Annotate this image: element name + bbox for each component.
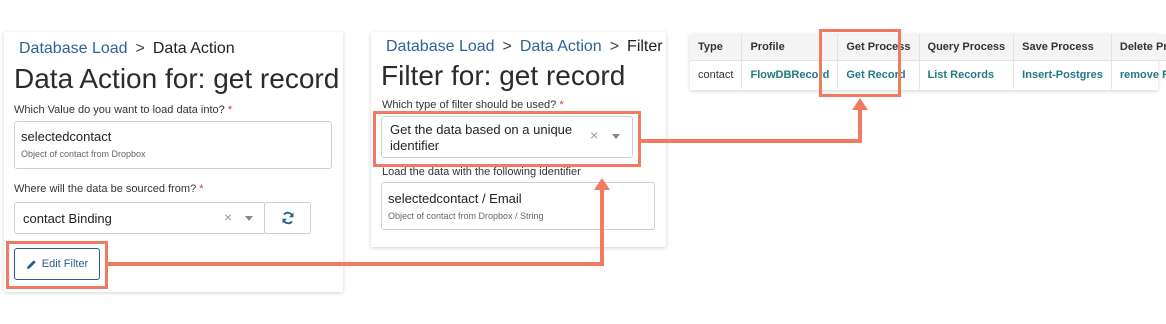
connector-line [858, 110, 862, 143]
breadcrumb-separator: > [609, 38, 620, 55]
cell-type: contact [690, 60, 743, 89]
load-value-description: Object of contact from Dropbox [21, 149, 146, 159]
connector-line [641, 139, 862, 143]
connector-line [600, 190, 604, 266]
table-row: contact FlowDBRecord Get Record List Rec… [690, 60, 1166, 89]
service-table: Type Profile Get Process Query Process S… [690, 34, 1166, 89]
breadcrumb-database-load[interactable]: Database Load [19, 40, 128, 57]
get-process-highlight [819, 29, 901, 97]
breadcrumb-data-action[interactable]: Data Action [520, 38, 602, 55]
clear-icon[interactable]: × [224, 209, 232, 225]
connector-line [108, 262, 604, 266]
refresh-button[interactable] [264, 202, 311, 234]
identifier-description: Object of contact from Dropbox / String [388, 211, 544, 221]
chevron-down-icon[interactable] [245, 216, 253, 221]
breadcrumb-separator: > [502, 38, 512, 55]
breadcrumb: Database Load > Data Action > Filter [386, 38, 663, 56]
column-header-query-process: Query Process [919, 34, 1015, 61]
edit-filter-highlight [6, 241, 108, 289]
source-select[interactable]: contact Binding × [14, 202, 266, 234]
cell-delete-process-link[interactable]: remove Record [1111, 60, 1166, 89]
column-header-save-process: Save Process [1013, 34, 1112, 61]
refresh-icon [282, 211, 294, 225]
arrow-up-icon [594, 178, 610, 190]
filter-type-highlight [373, 111, 641, 167]
breadcrumb-current: Data Action [152, 40, 235, 57]
source-select-value: contact Binding [23, 211, 112, 226]
column-header-type: Type [690, 34, 743, 61]
source-label: Where will the data be sourced from? * [14, 183, 204, 195]
cell-save-process-link[interactable]: Insert-Postgres [1013, 60, 1112, 89]
service-table-panel: Type Profile Get Process Query Process S… [690, 34, 1166, 90]
breadcrumb-separator: > [135, 40, 145, 57]
load-value-label: Which Value do you want to load data int… [14, 104, 233, 116]
identifier-label: Load the data with the following identif… [382, 166, 581, 178]
identifier-value: selectedcontact / Email [388, 191, 522, 206]
load-value-text: selectedcontact [21, 129, 112, 144]
cell-query-process-link[interactable]: List Records [919, 60, 1015, 89]
load-value-field[interactable]: selectedcontact Object of contact from D… [14, 121, 332, 169]
column-header-delete-process: Delete Process [1111, 34, 1166, 61]
page-title: Filter for: get record [381, 60, 626, 91]
breadcrumb-database-load[interactable]: Database Load [386, 38, 495, 55]
breadcrumb: Database Load > Data Action [19, 40, 235, 58]
breadcrumb-current: Filter [627, 38, 663, 55]
identifier-field[interactable]: selectedcontact / Email Object of contac… [381, 182, 655, 230]
table-header-row: Type Profile Get Process Query Process S… [690, 34, 1166, 61]
arrow-up-icon [852, 98, 868, 110]
filter-type-label: Which type of filter should be used? * [382, 99, 564, 111]
page-title: Data Action for: get record [14, 63, 340, 94]
